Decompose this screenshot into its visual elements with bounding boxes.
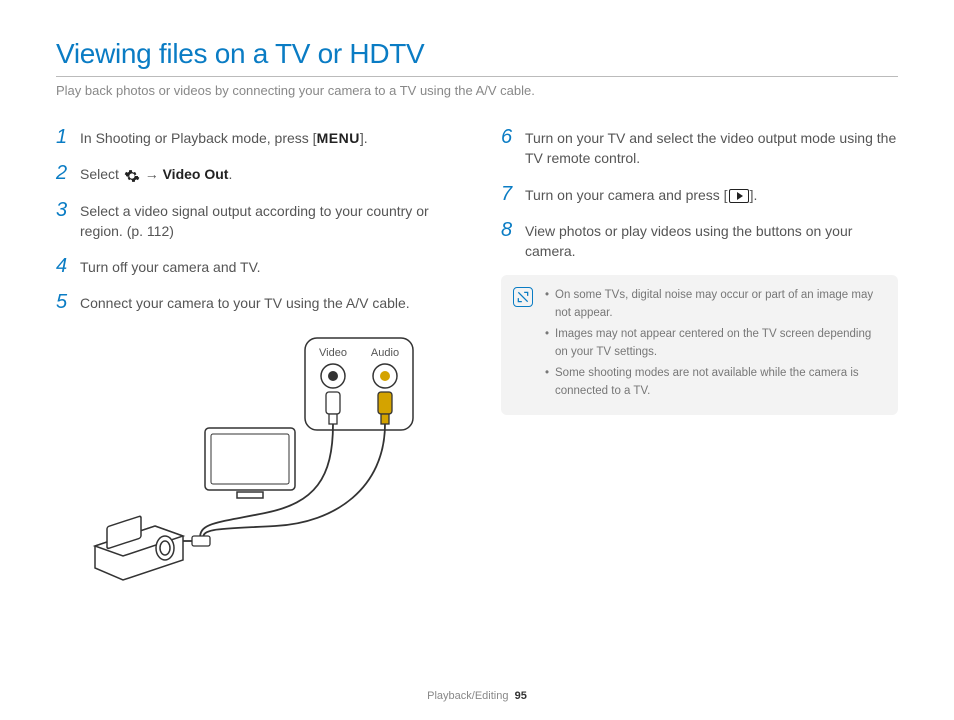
step-number: 4: [56, 255, 70, 277]
step-number: 7: [501, 183, 515, 205]
step-text: Select → Video Out.: [80, 162, 232, 184]
step-7: 7 Turn on your camera and press [].: [501, 183, 898, 205]
step-text: Select a video signal output according t…: [80, 199, 453, 242]
step-3: 3 Select a video signal output according…: [56, 199, 453, 242]
right-column: 6 Turn on your TV and select the video o…: [501, 126, 898, 588]
step-6: 6 Turn on your TV and select the video o…: [501, 126, 898, 169]
step-text: In Shooting or Playback mode, press [MEN…: [80, 126, 368, 148]
text-pre: Turn on your camera and press [: [525, 187, 728, 203]
page-footer: Playback/Editing 95: [0, 690, 954, 702]
text-post: ].: [750, 187, 758, 203]
text-post: .: [228, 166, 232, 182]
note-item: Images may not appear centered on the TV…: [545, 326, 882, 362]
page-number: 95: [515, 690, 527, 702]
step-number: 2: [56, 162, 70, 184]
gear-icon: [124, 168, 140, 184]
menu-button-label: MENU: [317, 130, 360, 146]
arrow: →: [141, 166, 163, 182]
step-8: 8 View photos or play videos using the b…: [501, 219, 898, 262]
step-text: Turn on your camera and press [].: [525, 183, 757, 205]
step-5: 5 Connect your camera to your TV using t…: [56, 291, 453, 313]
note-item: On some TVs, digital noise may occur or …: [545, 287, 882, 323]
text-pre: Select: [80, 166, 123, 182]
step-number: 3: [56, 199, 70, 221]
left-column: 1 In Shooting or Playback mode, press [M…: [56, 126, 453, 588]
audio-label: Audio: [370, 347, 398, 359]
page-title: Viewing files on a TV or HDTV: [56, 38, 898, 77]
step-text: Turn on your TV and select the video out…: [525, 126, 898, 169]
step-number: 1: [56, 126, 70, 148]
video-label: Video: [319, 347, 347, 359]
step-text: Turn off your camera and TV.: [80, 255, 261, 277]
connection-diagram: Video Audio: [56, 328, 453, 588]
menu-item-video-out: Video Out: [163, 166, 229, 182]
playback-icon: [729, 189, 749, 203]
step-number: 5: [56, 291, 70, 313]
note-item: Some shooting modes are not available wh…: [545, 365, 882, 401]
page-subtitle: Play back photos or videos by connecting…: [56, 83, 898, 98]
step-text: View photos or play videos using the but…: [525, 219, 898, 262]
text-post: ].: [360, 130, 368, 146]
step-number: 8: [501, 219, 515, 241]
note-box: On some TVs, digital noise may occur or …: [501, 275, 898, 415]
content-columns: 1 In Shooting or Playback mode, press [M…: [56, 126, 898, 588]
text-pre: In Shooting or Playback mode, press [: [80, 130, 317, 146]
step-text: Connect your camera to your TV using the…: [80, 291, 410, 313]
note-list: On some TVs, digital noise may occur or …: [545, 287, 882, 400]
step-2: 2 Select → Video Out.: [56, 162, 453, 184]
footer-section: Playback/Editing: [427, 690, 508, 702]
note-icon: [513, 287, 533, 307]
step-4: 4 Turn off your camera and TV.: [56, 255, 453, 277]
step-1: 1 In Shooting or Playback mode, press [M…: [56, 126, 453, 148]
step-number: 6: [501, 126, 515, 148]
